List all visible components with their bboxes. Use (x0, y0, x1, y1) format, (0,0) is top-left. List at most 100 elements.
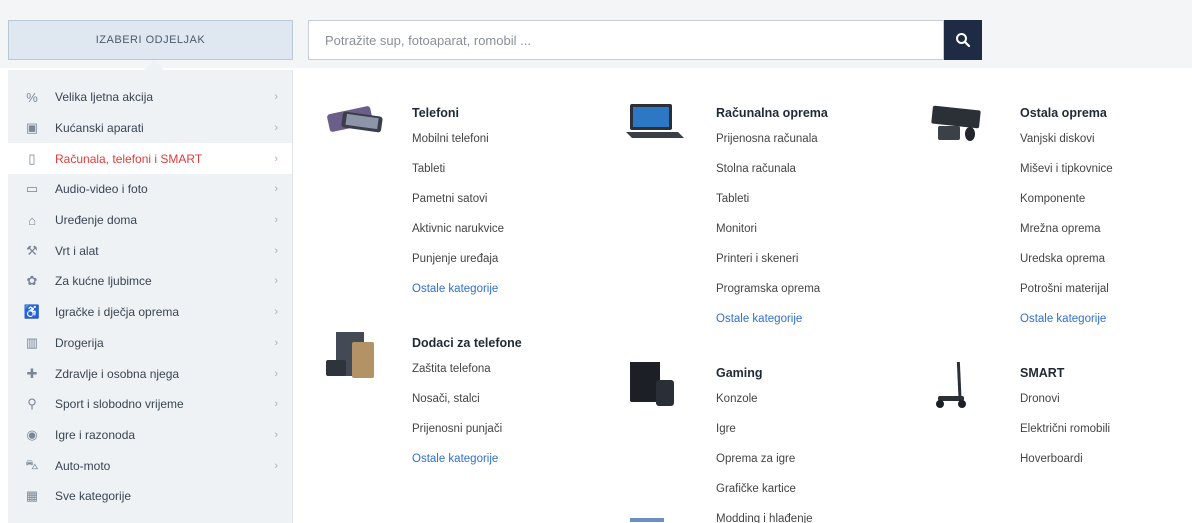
menu-item-label: Auto-moto (55, 458, 111, 473)
search-icon (956, 33, 971, 48)
subcategory-link[interactable]: Potrošni materijal (1020, 274, 1192, 304)
subcategory-link[interactable]: Prijenosni punjači (412, 414, 592, 444)
laptop-image (626, 104, 684, 138)
next-section-title-peek (630, 518, 664, 522)
phone-icon: ▯ (28, 150, 36, 166)
subcategory-link[interactable]: Tableti (412, 154, 592, 184)
monitor-icon: ▭ (25, 181, 39, 197)
subcategory-link[interactable]: Modding i hlađenje (716, 504, 896, 523)
subcategory-link[interactable]: Programska oprema (716, 274, 896, 304)
menu-item-label: Audio-video i foto (55, 182, 148, 197)
menu-item-label: Kućanski aparati (55, 121, 144, 136)
subcategory-link[interactable]: Hoverboardi (1020, 444, 1192, 474)
pet-icon: ✿ (26, 273, 38, 289)
menu-item[interactable]: ⚲ Sport i slobodno vrijeme › (8, 389, 292, 420)
menu-item[interactable]: ✿ Za kućne ljubimce › (8, 266, 292, 297)
chevron-right-icon: › (274, 367, 278, 380)
departments-button[interactable]: IZABERI ODJELJAK (8, 20, 293, 60)
bicycle-icon: ⚲ (27, 396, 37, 412)
subcategory-link[interactable]: Oprema za igre (716, 444, 896, 474)
category-title: SMART (1020, 366, 1065, 380)
more-categories-link[interactable]: Ostale kategorije (412, 444, 592, 474)
menu-item[interactable]: ▭ Audio-video i foto › (8, 174, 292, 205)
chevron-right-icon: › (274, 91, 278, 104)
menu-item[interactable]: ✚ Zdravlje i osobna njega › (8, 358, 292, 389)
subcategory-link[interactable]: Printeri i skeneri (716, 244, 896, 274)
subcategory-link[interactable]: Mobilni telefoni (412, 124, 592, 154)
department-menu-list: % Velika ljetna akcija › ▣ Kućanski aparati ›… (8, 70, 292, 512)
menu-item-label: Za kućne ljubimce (55, 274, 152, 289)
console-image (630, 362, 674, 406)
menu-item-label: Računala, telefoni i SMART (55, 151, 203, 166)
subcategory-link[interactable]: Prijenosna računala (716, 124, 896, 154)
departments-label: IZABERI ODJELJAK (95, 34, 206, 46)
subcategory-link[interactable]: Aktivnic narukvice (412, 214, 592, 244)
subcategory-link[interactable]: Komponente (1020, 184, 1192, 214)
menu-item-label: Uređenje doma (55, 213, 138, 228)
phones-image (327, 106, 383, 133)
menu-item[interactable]: % Velika ljetna akcija › (8, 82, 292, 113)
more-categories-link[interactable]: Ostale kategorije (716, 304, 896, 334)
menu-item[interactable]: ▥ Drogerija › (8, 328, 292, 359)
subcategory-link[interactable]: Dronovi (1020, 384, 1192, 414)
chevron-right-icon: › (274, 336, 278, 349)
chevron-right-icon: › (274, 459, 278, 472)
subcategory-link[interactable]: Nosači, stalci (412, 384, 592, 414)
grid-icon: ▦ (25, 488, 39, 504)
menu-item[interactable]: ⛍ Auto-moto › (8, 450, 292, 481)
scooter-image (936, 362, 966, 408)
search-input[interactable] (308, 20, 944, 60)
search-button[interactable] (944, 20, 982, 60)
subcategory-link[interactable]: Igre (716, 414, 896, 444)
menu-item[interactable]: ♿ Igračke i dječja oprema › (8, 297, 292, 328)
menu-item-label: Sve kategorije (55, 489, 132, 504)
appliance-icon: ▣ (25, 120, 39, 136)
menu-item[interactable]: ⚒ Vrt i alat › (8, 235, 292, 266)
subcategory-link[interactable]: Vanjski diskovi (1020, 124, 1192, 154)
menu-item[interactable]: ◉ Igre i razonoda › (8, 420, 292, 451)
menu-item[interactable]: ▯ Računala, telefoni i SMART › (8, 143, 292, 175)
chevron-right-icon: › (274, 398, 278, 411)
chevron-right-icon: › (274, 122, 278, 135)
keyboard-mouse-image (931, 105, 981, 141)
chevron-right-icon: › (274, 183, 278, 196)
phone-accessories-image (326, 332, 374, 378)
subcategory-link[interactable]: Uredska oprema (1020, 244, 1192, 274)
chevron-right-icon: › (274, 214, 278, 227)
category-panel: Telefoni Mobilni telefoni Tableti Pametn… (300, 70, 1192, 523)
subcategory-link[interactable]: Konzole (716, 384, 896, 414)
subcategory-link[interactable]: Stolna računala (716, 154, 896, 184)
menu-item[interactable]: ▦ Sve kategorije (8, 481, 292, 512)
subcategory-link[interactable]: Tableti (716, 184, 896, 214)
chevron-right-icon: › (274, 306, 278, 319)
car-icon: ⛍ (25, 456, 39, 472)
subcategory-link[interactable]: Miševi i tipkovnice (1020, 154, 1192, 184)
chevron-right-icon: › (274, 428, 278, 441)
subcategory-link[interactable]: Punjenje uređaja (412, 244, 592, 274)
stroller-icon: ♿ (23, 304, 41, 320)
bottle-icon: ▥ (25, 334, 39, 350)
subcategory-link[interactable]: Pametni satovi (412, 184, 592, 214)
category-title: Računalna oprema (716, 106, 828, 120)
menu-item-label: Igračke i dječja oprema (55, 305, 180, 320)
more-categories-link[interactable]: Ostale kategorije (412, 274, 592, 304)
more-categories-link[interactable]: Ostale kategorije (1020, 304, 1192, 334)
subcategory-link[interactable]: Grafičke kartice (716, 474, 896, 504)
subcategory-link[interactable]: Monitori (716, 214, 896, 244)
gamepad-icon: ◉ (26, 426, 38, 442)
top-bar: IZABERI ODJELJAK (0, 0, 1192, 72)
menu-item[interactable]: ⌂ Uređenje doma › (8, 205, 292, 236)
category-title: Telefoni (412, 106, 459, 120)
category-title: Ostala oprema (1020, 106, 1107, 120)
category-title: Gaming (716, 366, 763, 380)
menu-item-label: Igre i razonoda (55, 427, 136, 442)
chevron-right-icon: › (274, 275, 278, 288)
menu-item[interactable]: ▣ Kućanski aparati › (8, 113, 292, 144)
chevron-right-icon: › (274, 152, 278, 165)
subcategory-link[interactable]: Električni romobili (1020, 414, 1192, 444)
home-icon: ⌂ (28, 212, 36, 228)
subcategory-link[interactable]: Zaštita telefona (412, 354, 592, 384)
department-menu: % Velika ljetna akcija › ▣ Kućanski aparati ›… (8, 70, 293, 523)
subcategory-link[interactable]: Mrežna oprema (1020, 214, 1192, 244)
chevron-right-icon: › (274, 244, 278, 257)
